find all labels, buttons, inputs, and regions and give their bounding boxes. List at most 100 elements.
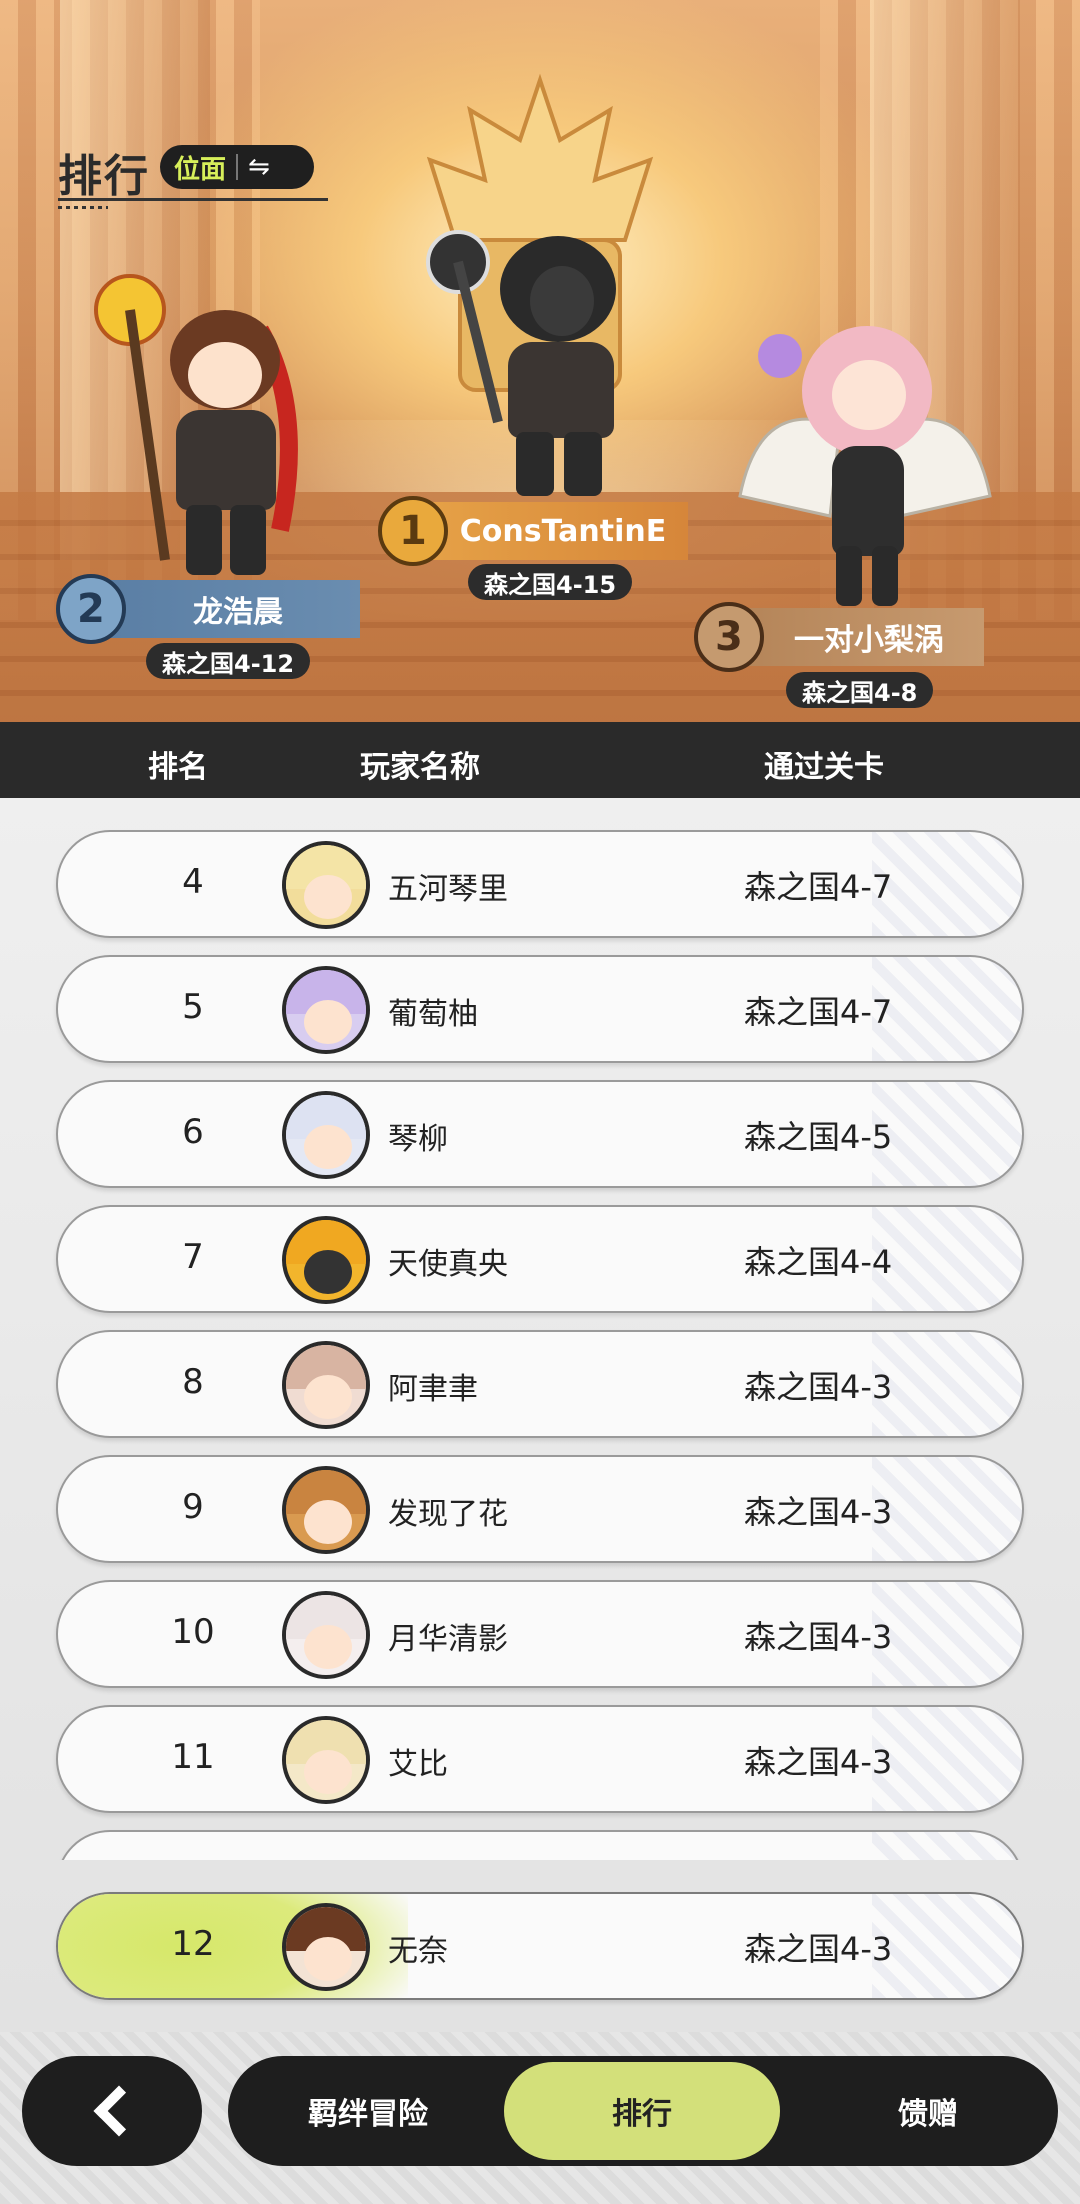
page-title: 排行 bbox=[58, 151, 150, 202]
player-2-name: 龙浩晨 bbox=[96, 580, 360, 638]
row-rank: 8 bbox=[182, 1362, 204, 1402]
row-decoration bbox=[872, 1207, 1022, 1311]
table-row[interactable]: 9 发现了花 森之国4-3 bbox=[56, 1455, 1024, 1563]
back-arrow-icon bbox=[93, 2085, 145, 2137]
row-player-name: 琴柳 bbox=[388, 1122, 448, 1157]
player-1-name: ConsTantinE bbox=[418, 502, 688, 560]
row-decoration bbox=[872, 1457, 1022, 1561]
tab-ranking[interactable]: 排行 bbox=[504, 2062, 780, 2160]
column-rank: 排名 bbox=[148, 750, 208, 785]
player-2-character[interactable] bbox=[90, 270, 320, 580]
podium-plate-2: 2 龙浩晨 bbox=[41, 559, 360, 659]
back-button[interactable] bbox=[22, 2056, 202, 2166]
avatar-face bbox=[304, 1125, 352, 1169]
title-underline bbox=[58, 198, 328, 201]
row-player-name: 月华清影 bbox=[388, 1622, 508, 1657]
rank-2-number: 2 bbox=[77, 586, 105, 632]
column-stage: 通过关卡 bbox=[764, 750, 884, 785]
avatar-face bbox=[304, 875, 352, 919]
table-row-partial[interactable] bbox=[56, 1830, 1024, 1860]
mode-divider bbox=[236, 154, 239, 180]
rank-3-number: 3 bbox=[715, 614, 743, 660]
row-decoration bbox=[872, 1832, 1022, 1860]
table-row[interactable]: 10 月华清影 森之国4-3 bbox=[56, 1580, 1024, 1688]
avatar-face bbox=[304, 1937, 352, 1981]
row-rank: 5 bbox=[182, 987, 204, 1027]
row-stage: 森之国4-7 bbox=[744, 868, 893, 906]
avatar[interactable] bbox=[282, 966, 370, 1054]
rank-1-number: 1 bbox=[399, 508, 427, 554]
podium-banner: 排行 位面 ⇋ 1 ConsTantinE 森之国4-15 2 龙浩晨 森之国4… bbox=[0, 0, 1080, 722]
mode-switch-button[interactable]: 位面 ⇋ bbox=[160, 145, 314, 189]
table-row[interactable]: 5 葡萄柚 森之国4-7 bbox=[56, 955, 1024, 1063]
player-1-stage: 森之国4-15 bbox=[468, 564, 633, 600]
self-rank: 12 bbox=[171, 1924, 215, 1964]
character-body bbox=[176, 410, 276, 510]
tab-bond-adventure[interactable]: 羁绊冒险 bbox=[268, 2056, 468, 2166]
player-1-character[interactable] bbox=[418, 222, 648, 502]
avatar[interactable] bbox=[282, 1903, 370, 1991]
swap-icon: ⇋ bbox=[248, 152, 270, 182]
tab-bar: 羁绊冒险 排行 馈赠 bbox=[228, 2056, 1058, 2166]
avatar[interactable] bbox=[282, 1466, 370, 1554]
row-player-name: 天使真央 bbox=[388, 1247, 508, 1282]
row-rank: 10 bbox=[171, 1612, 215, 1652]
row-player-name: 阿聿聿 bbox=[388, 1372, 478, 1407]
ranking-list-scroll[interactable]: 4 五河琴里 森之国4-7 5 葡萄柚 森之国4-7 6 琴柳 森之国4-5 7… bbox=[0, 798, 1080, 1860]
character-body bbox=[508, 342, 614, 438]
avatar-face bbox=[304, 1375, 352, 1419]
character-leg bbox=[230, 505, 266, 575]
self-rank-row[interactable]: 12 无奈 森之国4-3 bbox=[56, 1892, 1024, 2000]
row-decoration bbox=[872, 1582, 1022, 1686]
tab-gift[interactable]: 馈赠 bbox=[828, 2056, 1028, 2166]
avatar[interactable] bbox=[282, 841, 370, 929]
ranking-list[interactable]: 4 五河琴里 森之国4-7 5 葡萄柚 森之国4-7 6 琴柳 森之国4-5 7… bbox=[0, 798, 1080, 2032]
avatar-face bbox=[304, 1750, 352, 1794]
avatar[interactable] bbox=[282, 1091, 370, 1179]
row-rank: 4 bbox=[182, 862, 204, 902]
row-rank: 6 bbox=[182, 1112, 204, 1152]
row-stage: 森之国4-3 bbox=[744, 1743, 893, 1781]
row-decoration bbox=[872, 832, 1022, 936]
row-stage: 森之国4-3 bbox=[744, 1618, 893, 1656]
title-dots bbox=[58, 206, 108, 209]
table-row[interactable]: 6 琴柳 森之国4-5 bbox=[56, 1080, 1024, 1188]
row-stage: 森之国4-5 bbox=[744, 1118, 893, 1156]
character-mask bbox=[530, 266, 594, 336]
player-3-stage: 森之国4-8 bbox=[786, 672, 934, 708]
row-rank: 7 bbox=[182, 1237, 204, 1277]
column-player: 玩家名称 bbox=[360, 750, 480, 785]
avatar-face bbox=[304, 1000, 352, 1044]
player-2-stage: 森之国4-12 bbox=[146, 643, 311, 679]
podium-plate-1: 1 ConsTantinE bbox=[363, 481, 688, 581]
row-player-name: 葡萄柚 bbox=[388, 997, 478, 1032]
avatar-face bbox=[304, 1625, 352, 1669]
mode-label: 位面 bbox=[174, 154, 227, 185]
table-row[interactable]: 4 五河琴里 森之国4-7 bbox=[56, 830, 1024, 938]
row-decoration bbox=[872, 957, 1022, 1061]
avatar[interactable] bbox=[282, 1716, 370, 1804]
row-stage: 森之国4-3 bbox=[744, 1493, 893, 1531]
table-header: 排名 玩家名称 通过关卡 bbox=[0, 722, 1080, 798]
row-decoration bbox=[872, 1332, 1022, 1436]
row-decoration bbox=[872, 1707, 1022, 1811]
row-stage: 森之国4-4 bbox=[744, 1243, 893, 1281]
row-stage: 森之国4-3 bbox=[744, 1368, 893, 1406]
avatar[interactable] bbox=[282, 1216, 370, 1304]
avatar[interactable] bbox=[282, 1591, 370, 1679]
bottom-nav: 羁绊冒险 排行 馈赠 bbox=[0, 2032, 1080, 2204]
row-stage: 森之国4-7 bbox=[744, 993, 893, 1031]
avatar-face bbox=[304, 1250, 352, 1294]
character-body bbox=[832, 446, 904, 556]
player-3-character[interactable] bbox=[720, 296, 1010, 616]
podium-plate-3: 3 一对小梨涡 bbox=[679, 587, 984, 687]
table-row[interactable]: 8 阿聿聿 森之国4-3 bbox=[56, 1330, 1024, 1438]
avatar[interactable] bbox=[282, 1341, 370, 1429]
table-row[interactable]: 7 天使真央 森之国4-4 bbox=[56, 1205, 1024, 1313]
avatar-face bbox=[304, 1500, 352, 1544]
character-leg bbox=[836, 546, 862, 606]
row-player-name: 艾比 bbox=[388, 1747, 448, 1782]
table-row[interactable]: 11 艾比 森之国4-3 bbox=[56, 1705, 1024, 1813]
character-face bbox=[188, 342, 262, 408]
row-player-name: 发现了花 bbox=[388, 1497, 508, 1532]
